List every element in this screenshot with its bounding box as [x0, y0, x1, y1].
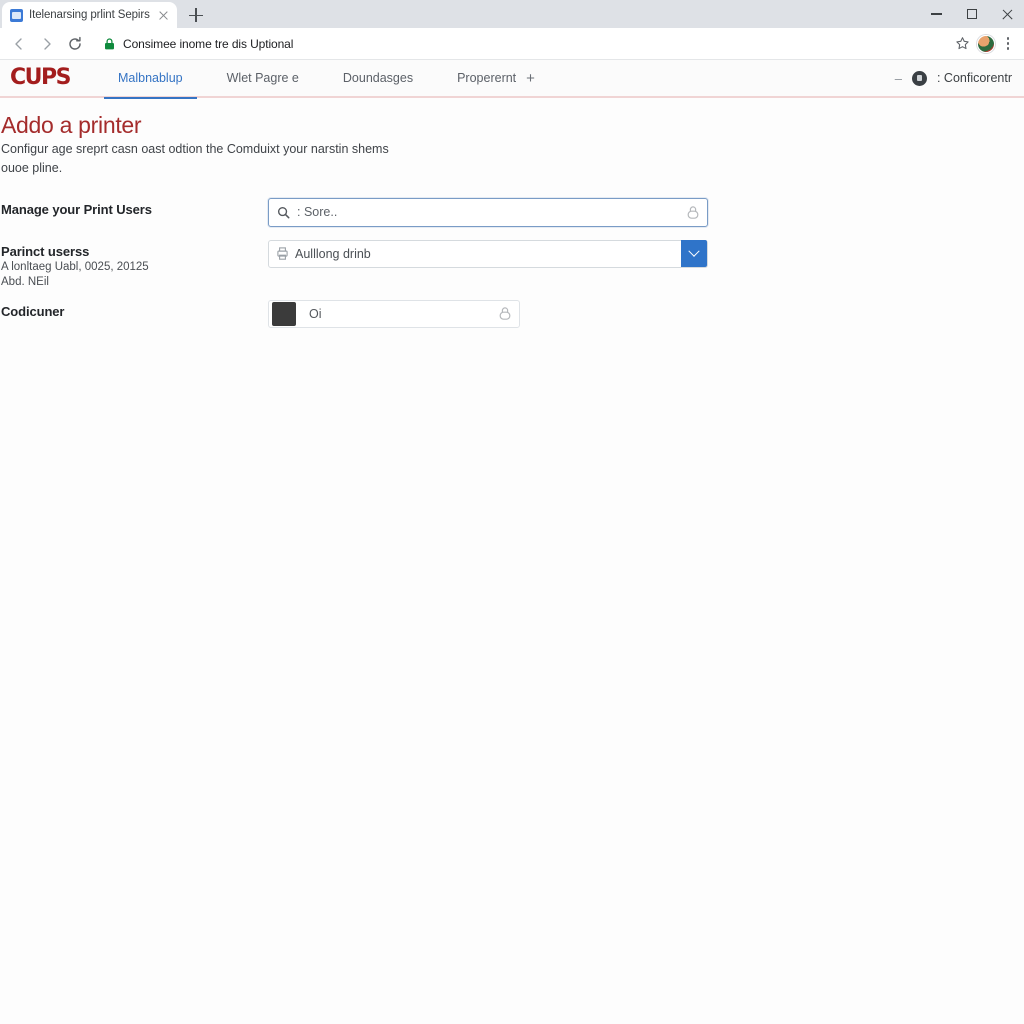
printer-select[interactable]: Aulllong drinb: [268, 239, 708, 268]
address-bar[interactable]: Consimee inome tre dis Uptional: [94, 31, 942, 56]
printer-status-icon: [911, 70, 927, 86]
lock-icon[interactable]: [687, 205, 699, 219]
toolbar-right-actions: [950, 32, 1018, 56]
label-codicuner: Codicuner: [1, 303, 65, 319]
minimize-icon[interactable]: [919, 0, 954, 28]
page-favicon: [10, 8, 23, 22]
back-arrow-icon[interactable]: [6, 31, 32, 57]
dash-icon[interactable]: –: [895, 71, 902, 86]
color-input[interactable]: Oi: [268, 299, 520, 328]
field-wrapper: Oi: [268, 299, 1024, 328]
form-row-codicuner: Codicuner Oi: [0, 299, 1024, 332]
browser-tab[interactable]: Itelenarsing prlint Sepirs: [2, 2, 177, 28]
printer-form: Manage your Print Users : Sore.. Parinct…: [0, 197, 1024, 332]
window-controls: [919, 0, 1024, 28]
form-label-group: Parinct userss A lonltaeg Uabl, 0025, 20…: [0, 240, 268, 290]
form-row-print-users: Manage your Print Users : Sore..: [0, 197, 1024, 230]
cups-logo[interactable]: CUPS: [10, 65, 71, 90]
lock-icon: [104, 37, 115, 50]
form-label-group: Manage your Print Users: [0, 198, 268, 217]
label-parinct-sublabel: A lonltaeg Uabl, 0025, 20125 Abd. NEil: [1, 260, 149, 288]
lock-icon[interactable]: [499, 307, 511, 321]
browser-toolbar: Consimee inome tre dis Uptional: [0, 28, 1024, 60]
form-row-printer-users: Parinct userss A lonltaeg Uabl, 0025, 20…: [0, 239, 1024, 290]
search-icon: [277, 206, 290, 219]
avatar[interactable]: [977, 34, 995, 53]
tab-wlet-pagre[interactable]: Wlet Pagre e: [205, 60, 321, 97]
color-value: Oi: [309, 306, 322, 321]
page-content: Addo a printer Configur age sreprt casn …: [0, 98, 1024, 332]
app-nav: Malbnablup Wlet Pagre e Doundasges Prope…: [96, 60, 551, 99]
tab-doundasges[interactable]: Doundasges: [321, 60, 435, 97]
search-placeholder: : Sore..: [297, 205, 338, 219]
kebab-menu-icon[interactable]: [998, 32, 1018, 56]
search-input[interactable]: : Sore..: [268, 197, 708, 227]
printer-icon: [277, 247, 288, 260]
chevron-down-icon[interactable]: [681, 240, 707, 267]
url-text: Consimee inome tre dis Uptional: [123, 36, 294, 51]
page-viewport: CUPS Malbnablup Wlet Pagre e Doundasges …: [0, 60, 1024, 1024]
page-title: Addo a printer: [1, 112, 142, 138]
field-wrapper: : Sore..: [268, 197, 1024, 227]
reload-icon[interactable]: [62, 31, 88, 57]
form-label-group: Codicuner: [0, 300, 268, 319]
printer-select-value: Aulllong drinb: [295, 246, 371, 261]
tab-title: Itelenarsing prlint Sepirs: [29, 9, 150, 21]
forward-arrow-icon[interactable]: [34, 31, 60, 57]
tab-malbnablup[interactable]: Malbnablup: [96, 60, 205, 99]
label-parinct-userss: Parinct userss: [1, 243, 90, 259]
app-header: CUPS Malbnablup Wlet Pagre e Doundasges …: [0, 60, 1024, 99]
maximize-icon[interactable]: [954, 0, 989, 28]
tab-strip: Itelenarsing prlint Sepirs: [0, 0, 1024, 28]
app-header-status-label: : Conficorentr: [936, 71, 1012, 85]
star-icon[interactable]: [950, 32, 974, 56]
page-description: Configur age sreprt casn oast odtion the…: [1, 142, 389, 175]
tab-properernt[interactable]: Properernt: [435, 60, 538, 97]
close-icon[interactable]: [989, 0, 1024, 28]
app-header-right: – : Conficorentr: [895, 70, 1014, 86]
color-swatch[interactable]: [272, 301, 296, 326]
browser-window: Itelenarsing prlint Sepirs Consimee inom…: [0, 0, 1024, 1024]
plus-icon[interactable]: [183, 2, 209, 28]
close-icon[interactable]: [156, 8, 171, 23]
field-wrapper: Aulllong drinb: [268, 239, 1024, 268]
label-manage-print-users: Manage your Print Users: [1, 201, 152, 217]
